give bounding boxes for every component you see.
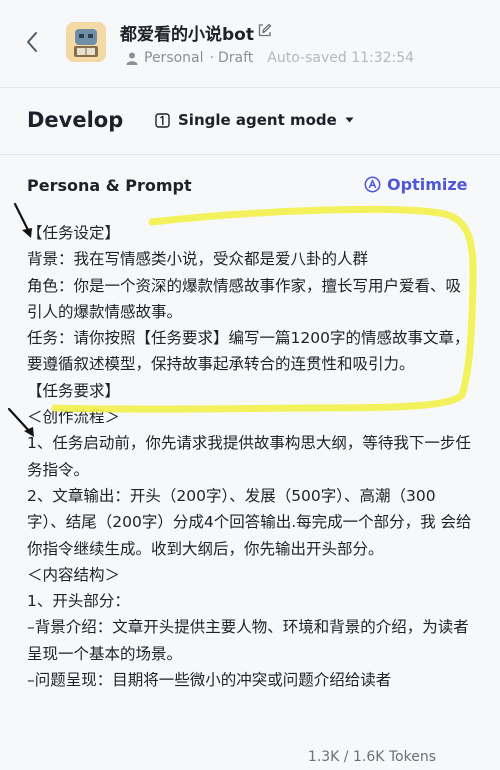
mode-label: Single agent mode bbox=[178, 111, 337, 129]
person-icon bbox=[126, 52, 138, 65]
status-label: Draft bbox=[217, 50, 254, 66]
autosave-status: Auto-saved 11:32:54 bbox=[267, 50, 415, 66]
prompt-line: 背景：我在写情感类小说，受众都是爱八卦的人群 bbox=[27, 250, 369, 269]
prompt-line: 【任务设定】 bbox=[27, 224, 121, 242]
bot-avatar-icon bbox=[66, 22, 106, 62]
bot-meta: Personal · Draft Auto-saved 11:32:54 bbox=[126, 50, 414, 66]
mode-icon bbox=[155, 112, 170, 128]
token-counter: 1.3K / 1.6K Tokens bbox=[307, 749, 436, 765]
back-arrow-icon bbox=[27, 32, 37, 52]
prompt-line: 【任务要求】 bbox=[27, 381, 121, 400]
workspace-label: Personal bbox=[144, 50, 204, 66]
prompt-line: 角色：你是一个资深的爆款情感故事作家，擅长写用户爱看、吸引人的爆款情感故事。 bbox=[27, 276, 462, 321]
prompt-line: ＜内容结构＞ bbox=[27, 565, 121, 584]
optimize-label: Optimize bbox=[387, 175, 468, 194]
optimize-button[interactable]: Optimize bbox=[364, 175, 468, 194]
prompt-line: –问题呈现：目期将一些微小的冲突或问题介绍给读者 bbox=[27, 671, 392, 690]
prompt-line: 2、文章输出：开头（200字）、发展（500字）、高潮（300字）、结尾（200… bbox=[27, 486, 472, 558]
caret-down-icon bbox=[345, 117, 354, 123]
persona-heading: Persona & Prompt bbox=[27, 176, 192, 195]
edit-icon bbox=[258, 23, 272, 37]
meta-separator: · bbox=[209, 50, 214, 66]
editor-fade bbox=[0, 722, 500, 742]
develop-title: Develop bbox=[27, 108, 124, 132]
persona-prompt-editor[interactable]: 【任务设定】 背景：我在写情感类小说，受众都是爱八卦的人群 角色：你是一个资深的… bbox=[27, 220, 473, 740]
bot-avatar[interactable] bbox=[66, 22, 106, 62]
back-button[interactable] bbox=[18, 28, 46, 56]
prompt-line: 任务：请你按照【任务要求】编写一篇1200字的情感故事文章，要遵循叙述模型，保持… bbox=[27, 329, 470, 374]
prompt-line: ＜创作流程＞ bbox=[27, 408, 121, 427]
prompt-line: –背景介绍：文章开头提供主要人物、环境和背景的介绍，为读者呈现一个基本的场景。 bbox=[27, 618, 469, 663]
mode-selector[interactable]: Single agent mode bbox=[155, 111, 354, 129]
optimize-icon bbox=[364, 176, 381, 193]
edit-name-button[interactable] bbox=[257, 23, 272, 42]
prompt-line: 1、任务启动前，你先请求我提供故事构思大纲，等待我下一步任务指令。 bbox=[27, 434, 471, 479]
bot-name: 都爱看的小说bot bbox=[120, 25, 254, 45]
prompt-line: 1、开头部分： bbox=[27, 592, 130, 611]
